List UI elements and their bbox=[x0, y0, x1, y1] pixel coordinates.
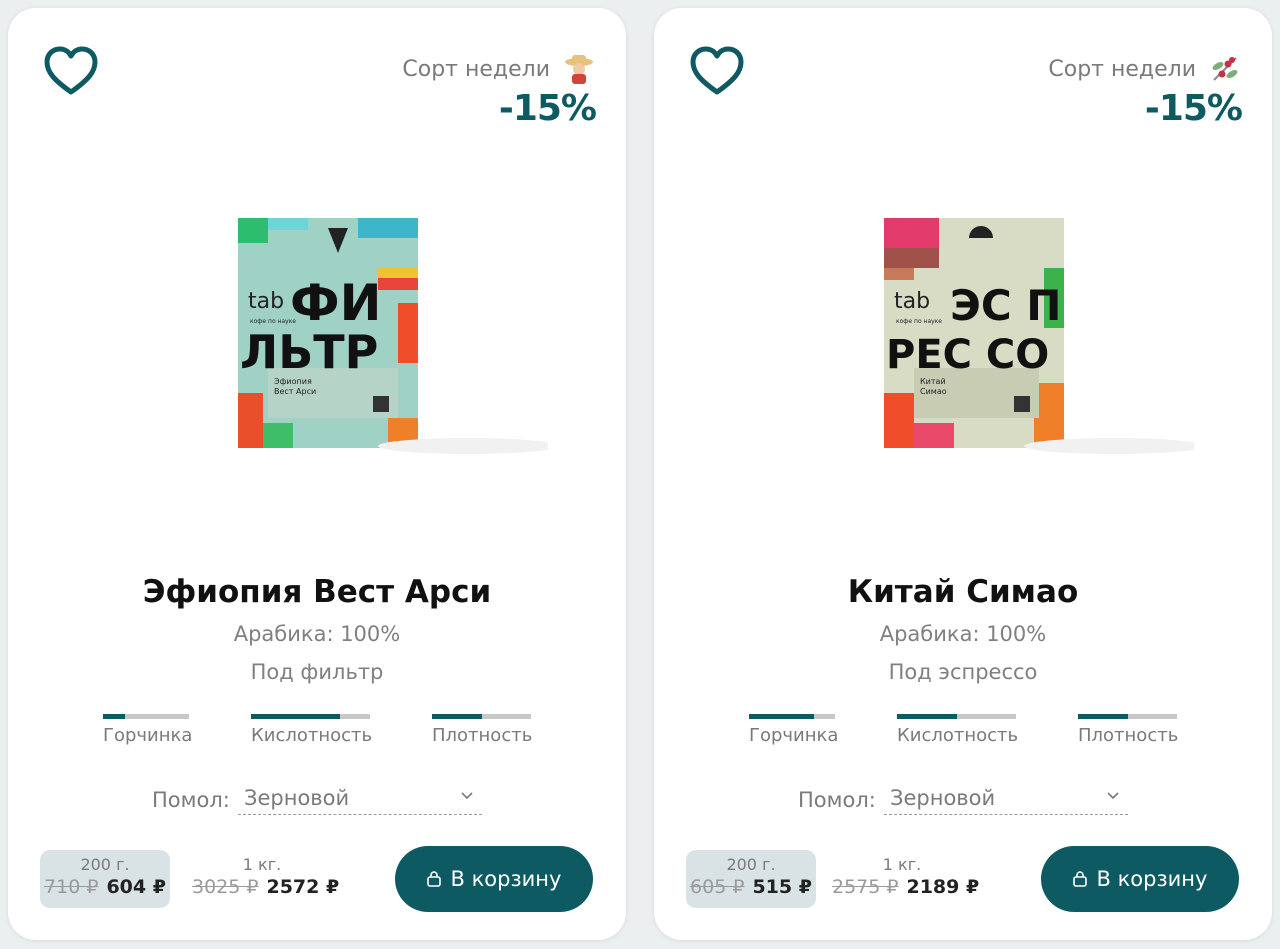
package-word-line2: РЕС СО bbox=[886, 332, 1049, 378]
metric-label: Плотность bbox=[432, 725, 533, 746]
metric-bar-fill bbox=[103, 714, 125, 719]
metric-bar-fill bbox=[897, 714, 957, 719]
metric-bar bbox=[103, 714, 189, 719]
package-brand: tab bbox=[248, 289, 284, 314]
old-price: 2575 ₽ bbox=[832, 876, 899, 898]
berries-emoji-icon bbox=[1212, 57, 1238, 81]
metric-label: Кислотность bbox=[251, 725, 373, 746]
price-weight: 1 кг. bbox=[882, 855, 922, 874]
old-price: 710 ₽ bbox=[44, 876, 99, 898]
week-badge-label: Сорт недели bbox=[1048, 56, 1196, 82]
grind-select[interactable]: Зерновой bbox=[884, 780, 1128, 815]
week-badge-label: Сорт недели bbox=[402, 56, 550, 82]
metric-label: Кислотность bbox=[897, 725, 1019, 746]
add-to-cart-label: В корзину bbox=[450, 867, 562, 891]
price-option-large[interactable]: 1 кг. 2575 ₽ 2189 ₽ bbox=[832, 850, 979, 908]
price-weight: 1 кг. bbox=[242, 855, 282, 874]
brew-method: Под эспрессо bbox=[888, 660, 1038, 684]
grind-label: Помол: bbox=[152, 788, 230, 812]
product-card: Сорт недели -15% tab кофе по науке ЭС П … bbox=[654, 8, 1272, 940]
product-title: Китай Симао bbox=[847, 574, 1079, 610]
arabica-share: Арабика: 100% bbox=[879, 622, 1047, 646]
farmer-emoji-icon bbox=[565, 55, 593, 84]
metric-label: Плотность bbox=[1078, 725, 1179, 746]
metric-bar bbox=[749, 714, 835, 719]
metric-bar-fill bbox=[1078, 714, 1128, 719]
new-price: 515 ₽ bbox=[752, 876, 812, 898]
package-name: Симао bbox=[920, 387, 947, 396]
bag-icon bbox=[1072, 871, 1087, 887]
week-badge: Сорт недели bbox=[402, 52, 596, 86]
metric-density: Плотность bbox=[432, 714, 533, 746]
metric-label: Горчинка bbox=[749, 725, 839, 746]
metric-bar bbox=[251, 714, 370, 719]
price-option-small[interactable]: 200 г. 605 ₽ 515 ₽ bbox=[686, 850, 816, 908]
package-origin: Эфиопия bbox=[274, 377, 312, 386]
package-tagline: кофе по науке bbox=[896, 318, 942, 325]
price-weight: 200 г. bbox=[726, 855, 776, 874]
metric-bitterness: Горчинка bbox=[749, 714, 839, 746]
metric-bar-fill bbox=[432, 714, 482, 719]
add-to-cart-label: В корзину bbox=[1096, 867, 1208, 891]
old-price: 605 ₽ bbox=[690, 876, 745, 898]
new-price: 604 ₽ bbox=[106, 876, 166, 898]
product-package-image: tab кофе по науке ЭС П РЕС СО Китай Сима… bbox=[884, 218, 1194, 454]
chevron-down-icon bbox=[1107, 792, 1119, 800]
new-price: 2189 ₽ bbox=[906, 876, 980, 898]
metric-density: Плотность bbox=[1078, 714, 1179, 746]
bag-icon bbox=[426, 871, 441, 887]
add-to-cart-button[interactable]: В корзину bbox=[395, 846, 593, 912]
product-title: Эфиопия Вест Арси bbox=[142, 574, 492, 610]
brew-method: Под фильтр bbox=[250, 660, 384, 684]
product-card: Сорт недели -15% tab кофе по науке ФИ ЛЬ… bbox=[8, 8, 626, 940]
metric-bar bbox=[897, 714, 1016, 719]
discount-label: -15% bbox=[1144, 88, 1243, 129]
arabica-share: Арабика: 100% bbox=[233, 622, 401, 646]
package-word-line2: ЛЬТР bbox=[240, 325, 378, 379]
package-name: Вест Арси bbox=[274, 387, 316, 396]
week-badge: Сорт недели bbox=[1048, 52, 1242, 86]
grind-label: Помол: bbox=[798, 788, 876, 812]
metric-bar-fill bbox=[251, 714, 341, 719]
metric-label: Горчинка bbox=[103, 725, 193, 746]
favorite-heart-icon[interactable] bbox=[688, 42, 746, 100]
chevron-down-icon bbox=[461, 792, 473, 800]
metric-bar-fill bbox=[749, 714, 814, 719]
grind-value: Зерновой bbox=[890, 786, 996, 810]
metric-acidity: Кислотность bbox=[251, 714, 373, 746]
grind-value: Зерновой bbox=[244, 786, 350, 810]
new-price: 2572 ₽ bbox=[266, 876, 340, 898]
grind-select[interactable]: Зерновой bbox=[238, 780, 482, 815]
old-price: 3025 ₽ bbox=[192, 876, 259, 898]
price-option-small[interactable]: 200 г. 710 ₽ 604 ₽ bbox=[40, 850, 170, 908]
package-word-line1: ЭС П bbox=[950, 281, 1061, 330]
favorite-heart-icon[interactable] bbox=[42, 42, 100, 100]
package-word-line1: ФИ bbox=[290, 274, 381, 332]
package-origin: Китай bbox=[920, 377, 946, 386]
metric-bar bbox=[432, 714, 531, 719]
product-package-image: tab кофе по науке ФИ ЛЬТР Эфиопия Вест А… bbox=[238, 218, 548, 454]
price-weight: 200 г. bbox=[80, 855, 130, 874]
metric-acidity: Кислотность bbox=[897, 714, 1019, 746]
price-option-large[interactable]: 1 кг. 3025 ₽ 2572 ₽ bbox=[192, 850, 339, 908]
metric-bitterness: Горчинка bbox=[103, 714, 193, 746]
package-brand: tab bbox=[894, 289, 930, 314]
add-to-cart-button[interactable]: В корзину bbox=[1041, 846, 1239, 912]
metric-bar bbox=[1078, 714, 1177, 719]
discount-label: -15% bbox=[498, 88, 597, 129]
